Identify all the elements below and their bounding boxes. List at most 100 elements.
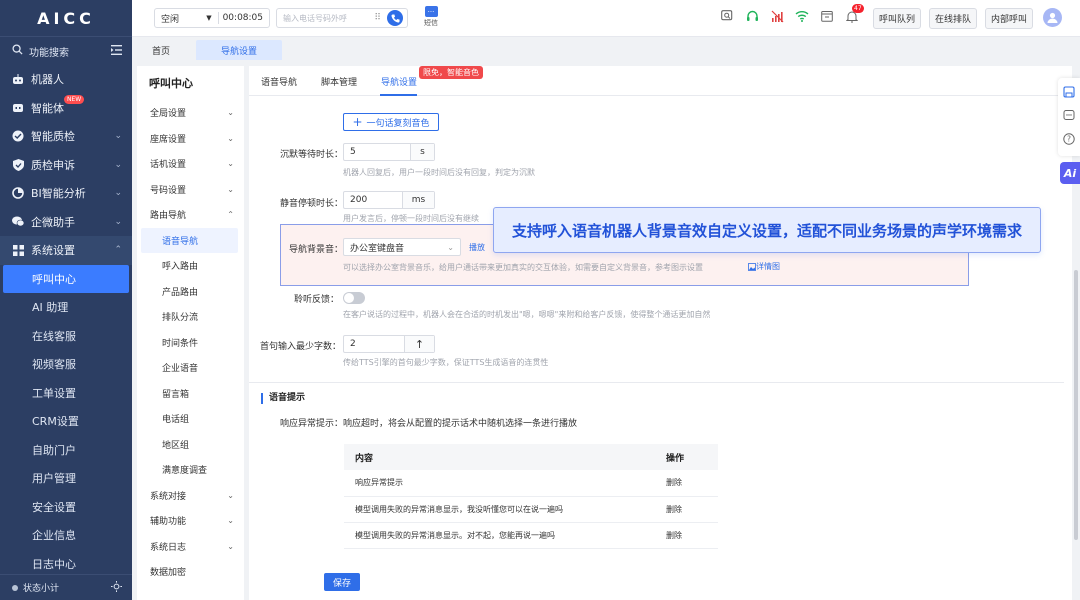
subnav-data-encryption[interactable]: 数据加密 bbox=[137, 559, 244, 585]
subnav-system-log[interactable]: 系统日志 ⌄ bbox=[137, 534, 244, 560]
nav-sub-video-service[interactable]: 视频客服 bbox=[0, 350, 132, 379]
subnav-system-integration[interactable]: 系统对接 ⌄ bbox=[137, 483, 244, 509]
left-navigation: AICC 功能搜索 机器人 智能体 NEW 智能质检 ⌄ 质检申诉 ⌄ BI智能… bbox=[0, 0, 132, 600]
chevron-down-icon: ⌄ bbox=[114, 159, 122, 170]
pause-duration-value[interactable]: 200 bbox=[344, 195, 402, 205]
tab-voice-navigation[interactable]: 语音导航 bbox=[261, 75, 297, 88]
calendar-icon[interactable] bbox=[820, 9, 834, 23]
nav-sub-user-management[interactable]: 用户管理 bbox=[0, 464, 132, 493]
sms-label: 短信 bbox=[424, 19, 438, 27]
app-logo[interactable]: AICC bbox=[0, 0, 132, 37]
nav-sub-ticket-settings[interactable]: 工单设置 bbox=[0, 379, 132, 408]
user-avatar[interactable] bbox=[1043, 8, 1062, 27]
dial-button[interactable] bbox=[387, 10, 403, 26]
free-promo-tag: 限免，智能音色 bbox=[419, 66, 483, 79]
subnav-inbound-route[interactable]: 呼入路由 bbox=[137, 253, 244, 279]
page-scrollbar[interactable] bbox=[1074, 270, 1078, 540]
subnav-aux-functions[interactable]: 辅助功能 ⌄ bbox=[137, 508, 244, 534]
nav-sub-self-portal[interactable]: 自助门户 bbox=[0, 436, 132, 465]
function-search[interactable]: 功能搜索 bbox=[0, 37, 132, 65]
tab-navigation-settings[interactable]: 导航设置 bbox=[381, 75, 417, 88]
nav-sub-company-info[interactable]: 企业信息 bbox=[0, 521, 132, 550]
subnav-company-voice[interactable]: 企业语音 bbox=[137, 355, 244, 381]
subnav-time-condition[interactable]: 时间条件 bbox=[137, 330, 244, 356]
signal-off-icon[interactable] bbox=[770, 9, 784, 23]
headset-icon[interactable] bbox=[745, 9, 759, 23]
bell-icon[interactable]: 47 bbox=[845, 4, 864, 23]
nav-sub-ai-assistant[interactable]: AI 助理 bbox=[0, 293, 132, 322]
silence-wait-input[interactable]: 5 s bbox=[343, 143, 435, 161]
ai-assistant-icon[interactable]: Ai bbox=[1060, 162, 1080, 184]
subnav-phone-group[interactable]: 电话组 bbox=[137, 406, 244, 432]
nav-item-quality[interactable]: 智能质检 ⌄ bbox=[0, 122, 132, 151]
delete-link[interactable]: 删除 bbox=[655, 496, 718, 523]
first-sentence-min-input[interactable]: 2 ↑ bbox=[343, 335, 435, 353]
keypad-icon[interactable]: ⠿ bbox=[374, 13, 381, 23]
save-button[interactable]: 保存 bbox=[324, 573, 360, 591]
nav-item-appeal[interactable]: 质检申诉 ⌄ bbox=[0, 151, 132, 180]
call-queue-button[interactable]: 呼叫队列 bbox=[873, 8, 921, 29]
status-summary[interactable]: 状态小计 bbox=[0, 574, 132, 600]
caret-down-icon: ▼ bbox=[206, 14, 212, 22]
voice-tips-section-title: 语音提示 bbox=[261, 393, 305, 404]
help-icon[interactable]: ? bbox=[1063, 133, 1075, 148]
chevron-down-icon: ⌄ bbox=[227, 541, 234, 551]
detail-image-link[interactable]: 详情图 bbox=[748, 261, 780, 272]
silence-wait-value[interactable]: 5 bbox=[344, 147, 410, 157]
page-tab-home[interactable]: 首页 bbox=[140, 40, 182, 60]
nav-item-robot[interactable]: 机器人 bbox=[0, 65, 132, 94]
internal-call-button[interactable]: 内部呼叫 bbox=[985, 8, 1033, 29]
subnav-satisfaction-survey[interactable]: 满意度调查 bbox=[137, 457, 244, 483]
nav-item-system-settings[interactable]: 系统设置 ⌃ bbox=[0, 236, 132, 265]
listen-feedback-toggle[interactable] bbox=[343, 292, 365, 304]
subnav-seat-settings[interactable]: 座席设置 ⌄ bbox=[137, 126, 244, 152]
subnav-phone-settings[interactable]: 话机设置 ⌄ bbox=[137, 151, 244, 177]
chevron-down-icon: ⌄ bbox=[227, 108, 234, 118]
page-tab-nav-settings[interactable]: 导航设置 bbox=[196, 40, 282, 60]
collapse-menu-icon[interactable] bbox=[111, 44, 122, 58]
agent-status-select[interactable]: 空闲 ▼ 00:08:05 bbox=[154, 8, 270, 28]
subnav-product-route[interactable]: 产品路由 bbox=[137, 279, 244, 305]
delete-link[interactable]: 删除 bbox=[655, 470, 718, 497]
phone-input[interactable]: 输入电话号码外呼 bbox=[283, 13, 347, 24]
call-center-subnav: 呼叫中心 全局设置 ⌄ 座席设置 ⌄ 话机设置 ⌄ 号码设置 ⌄ 路由导航 ⌃ 语音导航 … bbox=[137, 66, 244, 600]
subnav-label: 座席设置 bbox=[150, 134, 187, 145]
nav-sub-security[interactable]: 安全设置 bbox=[0, 493, 132, 522]
nav-sub-call-center[interactable]: 呼叫中心 bbox=[3, 264, 129, 293]
silence-wait-label: 沉默等待时长： bbox=[279, 150, 343, 160]
chat-search-icon[interactable] bbox=[720, 9, 734, 23]
tab-script-management[interactable]: 脚本管理 bbox=[321, 75, 357, 88]
nav-item-wecom[interactable]: 企微助手 ⌄ bbox=[0, 208, 132, 237]
wifi-icon[interactable] bbox=[795, 9, 809, 23]
subnav-queue-split[interactable]: 排队分流 bbox=[137, 304, 244, 330]
subnav-route-navigation[interactable]: 路由导航 ⌃ bbox=[137, 202, 244, 228]
floating-toolbar: ? bbox=[1058, 78, 1080, 156]
subnav-global-settings[interactable]: 全局设置 ⌄ bbox=[137, 100, 244, 126]
table-header-row: 内容 操作 bbox=[344, 444, 718, 470]
user-icon bbox=[1047, 12, 1058, 23]
pie-chart-icon bbox=[12, 187, 24, 200]
nav-item-bi[interactable]: BI智能分析 ⌄ bbox=[0, 179, 132, 208]
delete-link[interactable]: 删除 bbox=[655, 522, 718, 549]
subnav-voice-navigation[interactable]: 语音导航 bbox=[141, 227, 238, 253]
sun-icon[interactable] bbox=[111, 580, 122, 595]
online-queue-button[interactable]: 在线排队 bbox=[929, 8, 977, 29]
nav-sub-online-service[interactable]: 在线客服 bbox=[0, 322, 132, 351]
nav-item-agent[interactable]: 智能体 NEW bbox=[0, 94, 132, 123]
play-background-link[interactable]: 播放 bbox=[469, 242, 485, 253]
nav-sub-crm-settings[interactable]: CRM设置 bbox=[0, 407, 132, 436]
subnav-voicemail[interactable]: 留言箱 bbox=[137, 381, 244, 407]
nav-item-label: 系统设置 bbox=[31, 244, 75, 258]
subnav-label: 数据加密 bbox=[150, 568, 187, 579]
message-icon[interactable] bbox=[1063, 109, 1075, 124]
phone-dial-field[interactable]: 输入电话号码外呼 ⠿ bbox=[276, 8, 408, 28]
save-doc-icon[interactable] bbox=[1063, 86, 1075, 101]
pause-duration-input[interactable]: 200 ms bbox=[343, 191, 435, 209]
clone-voice-button[interactable]: + 一句话复刻音色 bbox=[343, 113, 439, 131]
sms-button[interactable]: ··· 短信 bbox=[424, 6, 438, 28]
background-sound-select[interactable]: 办公室键盘音 ⌄ bbox=[343, 238, 461, 256]
subnav-number-settings[interactable]: 号码设置 ⌄ bbox=[137, 177, 244, 203]
increment-arrow-icon[interactable]: ↑ bbox=[404, 336, 434, 352]
subnav-region-group[interactable]: 地区组 bbox=[137, 432, 244, 458]
first-sentence-min-value[interactable]: 2 bbox=[344, 339, 404, 349]
